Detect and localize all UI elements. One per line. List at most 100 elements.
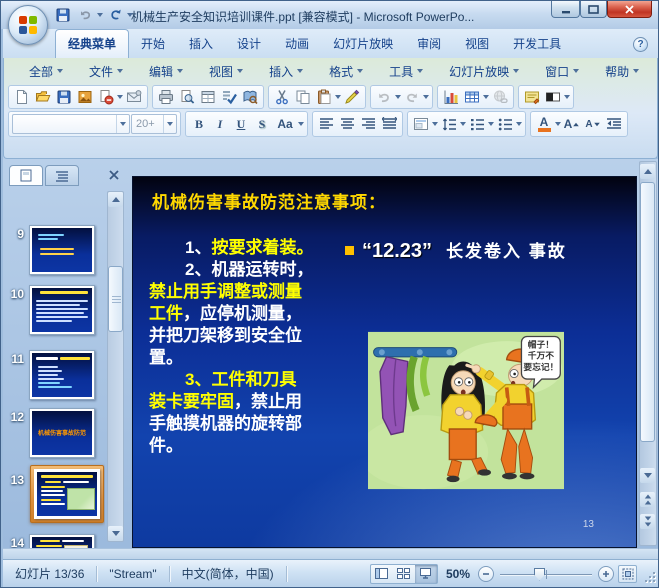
menu-view[interactable]: 视图	[196, 60, 256, 83]
page-setup-button[interactable]	[198, 87, 218, 107]
slideshow-view-button[interactable]	[414, 564, 437, 583]
print-button[interactable]	[156, 87, 176, 107]
paste-button[interactable]	[314, 87, 334, 107]
align-left-button[interactable]	[316, 114, 336, 134]
next-slide-button[interactable]	[640, 514, 655, 529]
normal-view-button[interactable]	[371, 565, 393, 583]
sidebar-scroll-up[interactable]	[108, 192, 123, 207]
notes-splitter[interactable]	[3, 548, 658, 559]
menu-window[interactable]: 窗口	[532, 60, 592, 83]
language-indicator[interactable]: 中文(简体，中国)	[170, 565, 286, 582]
font-size-dropdown[interactable]	[163, 115, 176, 133]
open-button[interactable]	[33, 87, 53, 107]
grow-font-button[interactable]: A	[562, 114, 582, 134]
slide-design-button[interactable]	[522, 87, 542, 107]
chart-button[interactable]	[441, 87, 461, 107]
thumbnail-row-9[interactable]: 9	[3, 225, 95, 275]
zoom-level[interactable]: 50%	[438, 567, 478, 581]
scroll-thumb[interactable]	[640, 182, 655, 442]
redo-button[interactable]	[402, 87, 422, 107]
save-button[interactable]	[54, 87, 74, 107]
publish-button[interactable]	[75, 87, 95, 107]
menu-help[interactable]: 帮助	[592, 60, 652, 83]
slide-11-thumbnail[interactable]	[29, 350, 95, 400]
mail-button[interactable]	[124, 87, 144, 107]
align-center-button[interactable]	[337, 114, 357, 134]
tab-animations[interactable]: 动画	[273, 30, 321, 58]
table-dropdown-arrow[interactable]	[483, 95, 489, 99]
slide-body-text[interactable]: 1、按要求着装。 2、机器运转时， 禁止用手调整或测量 工件，应停机测量， 并把…	[149, 237, 367, 457]
slide-sorter-button[interactable]	[393, 565, 415, 583]
thumbnail-row-10[interactable]: 10	[3, 285, 95, 335]
bold-button[interactable]: B	[189, 114, 209, 134]
accident-callout[interactable]: “12.23” 长发卷入 事故	[345, 237, 567, 263]
bullets-dropdown-arrow[interactable]	[516, 122, 522, 126]
undo-dropdown-arrow[interactable]	[97, 12, 103, 17]
menu-slideshow[interactable]: 幻灯片放映	[436, 60, 532, 83]
justify-button[interactable]	[379, 114, 399, 134]
underline-button[interactable]: U	[231, 114, 251, 134]
zoom-slider[interactable]	[500, 566, 592, 582]
font-name-dropdown[interactable]	[116, 115, 129, 133]
permission-dropdown-arrow[interactable]	[117, 95, 123, 99]
thumbnail-row-12[interactable]: 12 机械伤害事故防范	[3, 408, 95, 458]
redo-quick-button[interactable]	[105, 5, 125, 24]
spelling-button[interactable]	[219, 87, 239, 107]
tab-review[interactable]: 审阅	[405, 30, 453, 58]
main-scrollbar[interactable]	[639, 161, 657, 546]
undo-dropdown-arrow[interactable]	[395, 95, 401, 99]
font-name-select[interactable]	[12, 114, 130, 134]
slide-10-thumbnail[interactable]	[29, 285, 95, 335]
sidebar-scroll-thumb[interactable]	[108, 266, 123, 332]
font-color-button[interactable]: A	[534, 114, 554, 134]
scroll-up-button[interactable]	[640, 164, 655, 179]
numbering-button[interactable]	[467, 114, 487, 134]
maximize-button[interactable]	[580, 1, 607, 18]
help-icon[interactable]: ?	[633, 37, 648, 52]
permission-button[interactable]	[96, 87, 116, 107]
zoom-in-button[interactable]	[598, 565, 614, 582]
print-preview-button[interactable]	[177, 87, 197, 107]
decrease-indent-button[interactable]	[604, 114, 624, 134]
font-color-dropdown-arrow[interactable]	[555, 122, 561, 126]
menu-format[interactable]: 格式	[316, 60, 376, 83]
sidebar-scrollbar[interactable]	[107, 191, 124, 542]
layout-button[interactable]	[411, 114, 431, 134]
menu-file[interactable]: 文件	[76, 60, 136, 83]
tab-outline[interactable]	[45, 165, 79, 186]
paste-dropdown-arrow[interactable]	[335, 95, 341, 99]
theme-name[interactable]: "Stream"	[97, 567, 168, 581]
hyperlink-button[interactable]	[490, 87, 510, 107]
resize-grip[interactable]	[643, 570, 656, 583]
table-button[interactable]	[462, 87, 482, 107]
line-spacing-dropdown-arrow[interactable]	[460, 122, 466, 126]
previous-slide-button[interactable]	[640, 492, 655, 507]
research-button[interactable]	[240, 87, 260, 107]
slide-title[interactable]: 机械伤害事故防范注意事项：	[152, 188, 386, 213]
menu-edit[interactable]: 编辑	[136, 60, 196, 83]
tab-insert[interactable]: 插入	[177, 30, 225, 58]
zoom-out-button[interactable]	[478, 565, 494, 582]
zoom-slider-thumb[interactable]	[534, 567, 545, 581]
scroll-down-button[interactable]	[640, 468, 655, 483]
slide-canvas[interactable]: 机械伤害事故防范注意事项： 1、按要求着装。 2、机器运转时， 禁止用手调整或测…	[133, 177, 636, 547]
cut-button[interactable]	[272, 87, 292, 107]
undo-quick-button[interactable]	[75, 5, 95, 24]
line-spacing-button[interactable]	[439, 114, 459, 134]
office-button[interactable]	[8, 5, 48, 45]
menu-tools[interactable]: 工具	[376, 60, 436, 83]
tab-view[interactable]: 视图	[453, 30, 501, 58]
tab-classic-menu[interactable]: 经典菜单	[55, 29, 130, 58]
minimize-button[interactable]	[551, 1, 580, 18]
menu-all[interactable]: 全部	[16, 60, 76, 83]
menu-insert[interactable]: 插入	[256, 60, 316, 83]
font-size-select[interactable]: 20+	[131, 114, 177, 134]
tab-slideshow[interactable]: 幻灯片放映	[321, 30, 405, 58]
shrink-font-button[interactable]: A	[583, 114, 603, 134]
slide-9-thumbnail[interactable]	[29, 225, 95, 275]
align-right-button[interactable]	[358, 114, 378, 134]
tab-developer[interactable]: 开发工具	[501, 30, 573, 58]
slide-14-thumbnail[interactable]	[29, 534, 95, 548]
close-button[interactable]	[607, 1, 652, 18]
slide-13-thumbnail[interactable]	[34, 469, 100, 519]
